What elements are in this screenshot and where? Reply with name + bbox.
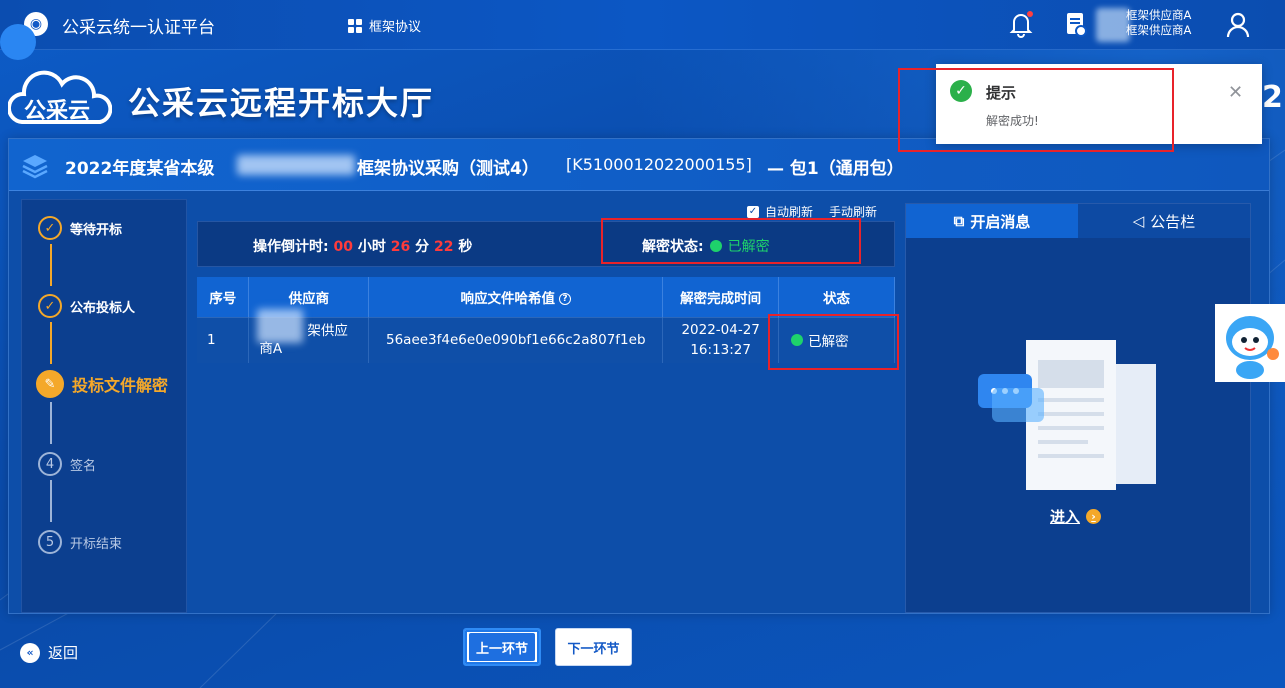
arrow-right-icon: › <box>1086 509 1102 524</box>
grid-icon <box>348 18 362 33</box>
help-icon[interactable]: ? <box>559 292 572 305</box>
cell-time-clock: 16:13:27 <box>690 342 751 359</box>
step-decrypt-files: ✎ 投标文件解密 <box>36 370 168 398</box>
step-label: 签名 <box>70 458 97 474</box>
speaker-icon: ◁ <box>1132 212 1145 230</box>
auto-refresh-checkbox[interactable]: ✓ <box>747 205 759 218</box>
countdown-seconds: 22 <box>433 239 454 255</box>
bell-icon[interactable] <box>1008 10 1034 38</box>
cell-time-date: 2022-04-27 <box>681 322 760 339</box>
toast-highlight <box>898 68 1174 152</box>
floating-blue-dot <box>0 24 36 60</box>
project-title-suffix: 框架协议采购（测试4） <box>357 159 539 179</box>
steps-sidebar: ✓ 等待开标 ✓ 公布投标人 ✎ 投标文件解密 4 签名 5 开标结束 <box>21 199 187 613</box>
nav-tab-label: 框架协议 <box>369 20 422 35</box>
tab-label: 公告栏 <box>1150 212 1196 231</box>
step-connector <box>50 480 52 522</box>
step-finish: 5 开标结束 <box>38 530 122 554</box>
close-icon[interactable]: ✕ <box>1228 82 1243 103</box>
assistant-mascot[interactable] <box>1215 304 1285 382</box>
decrypt-status-highlight <box>601 218 861 264</box>
hall-right-digit: 2 <box>1262 80 1283 115</box>
platform-title: 公采云统一认证平台 <box>62 18 215 38</box>
back-label: 返回 <box>48 644 79 662</box>
hall-logo: 公采云 <box>8 70 112 124</box>
mascot-icon <box>1226 316 1279 379</box>
hall-logo-text: 公采云 <box>24 99 90 124</box>
message-icon: ⧉ <box>953 212 965 230</box>
nav-tab-framework[interactable]: 框架协议 <box>348 16 421 35</box>
countdown-seconds-unit: 秒 <box>458 239 473 255</box>
user-name-line2: 框架供应商A <box>1126 23 1192 37</box>
step-label: 投标文件解密 <box>72 376 169 395</box>
supplier-name-blur <box>257 309 303 343</box>
countdown-label: 操作倒计时: <box>253 239 329 255</box>
tab-open-messages[interactable]: ⧉ 开启消息 <box>906 204 1078 238</box>
step-label: 公布投标人 <box>70 300 136 316</box>
cell-index: 1 <box>197 316 250 363</box>
header-hash-label: 响应文件哈希值 <box>460 290 556 307</box>
enter-label: 进入 <box>1050 508 1081 526</box>
back-button[interactable]: « 返回 <box>20 642 78 663</box>
header-hash: 响应文件哈希值? <box>368 277 664 317</box>
step-connector <box>50 244 52 286</box>
message-tabs: ⧉ 开启消息 ◁ 公告栏 <box>906 204 1250 238</box>
project-title-prefix: 2022年度某省本级 <box>65 159 215 179</box>
empty-messages-illustration-icon <box>978 340 1156 490</box>
prev-step-button[interactable]: 上一环节 <box>463 628 541 666</box>
check-icon: ✓ <box>38 216 62 240</box>
step-connector <box>50 322 52 364</box>
user-name-line1: 框架供应商A <box>1126 8 1192 22</box>
document-icon[interactable] <box>1064 11 1088 37</box>
header-status: 状态 <box>778 277 895 317</box>
message-panel: ⧉ 开启消息 ◁ 公告栏 进入 › <box>905 203 1251 613</box>
prev-step-label: 上一环节 <box>469 633 535 661</box>
row-status-highlight <box>768 314 899 370</box>
cell-time: 2022-04-27 16:13:27 <box>662 316 780 363</box>
header-time: 解密完成时间 <box>662 277 780 317</box>
step-announce-bidders: ✓ 公布投标人 <box>38 294 135 318</box>
step-label: 开标结束 <box>70 536 123 552</box>
step-label: 等待开标 <box>70 222 123 238</box>
check-icon: ✓ <box>38 294 62 318</box>
header-index: 序号 <box>197 277 250 317</box>
countdown-timer: 操作倒计时: 00 小时 26 分 22 秒 <box>253 236 472 256</box>
user-name[interactable]: 框架供应商A 框架供应商A <box>1126 8 1191 38</box>
step-number: 5 <box>38 530 62 554</box>
project-package: — 包1（通用包） <box>767 159 904 179</box>
tab-bulletin[interactable]: ◁ 公告栏 <box>1078 204 1250 238</box>
step-sign: 4 签名 <box>38 452 96 476</box>
countdown-hours: 00 <box>333 239 353 255</box>
step-waiting: ✓ 等待开标 <box>38 216 122 240</box>
countdown-minutes-unit: 分 <box>415 239 430 255</box>
project-code: [K5100012022000155] <box>566 155 752 174</box>
top-bar: ◉ 公采云统一认证平台 框架协议 框架供应商A 框架供应商A <box>0 0 1285 50</box>
cell-hash: 56aee3f4e6e0e090bf1e66c2a807f1eb <box>368 316 664 363</box>
next-step-button[interactable]: 下一环节 <box>555 628 632 666</box>
back-arrow-icon: « <box>20 642 40 663</box>
user-avatar-blur <box>1096 8 1130 42</box>
enter-link[interactable]: 进入 › <box>1050 506 1102 527</box>
step-number: 4 <box>38 452 62 476</box>
step-connector <box>50 402 52 444</box>
main-panel: 2022年度某省本级 框架协议采购（测试4） [K510001202200015… <box>8 138 1270 614</box>
edit-icon: ✎ <box>36 370 64 398</box>
countdown-hours-unit: 小时 <box>357 239 386 255</box>
tab-label: 开启消息 <box>970 212 1031 231</box>
user-icon[interactable] <box>1226 12 1250 38</box>
hall-title: 公采云远程开标大厅 <box>128 84 435 122</box>
layers-icon <box>22 155 48 179</box>
title-blur <box>237 155 355 175</box>
countdown-minutes: 26 <box>390 239 411 255</box>
